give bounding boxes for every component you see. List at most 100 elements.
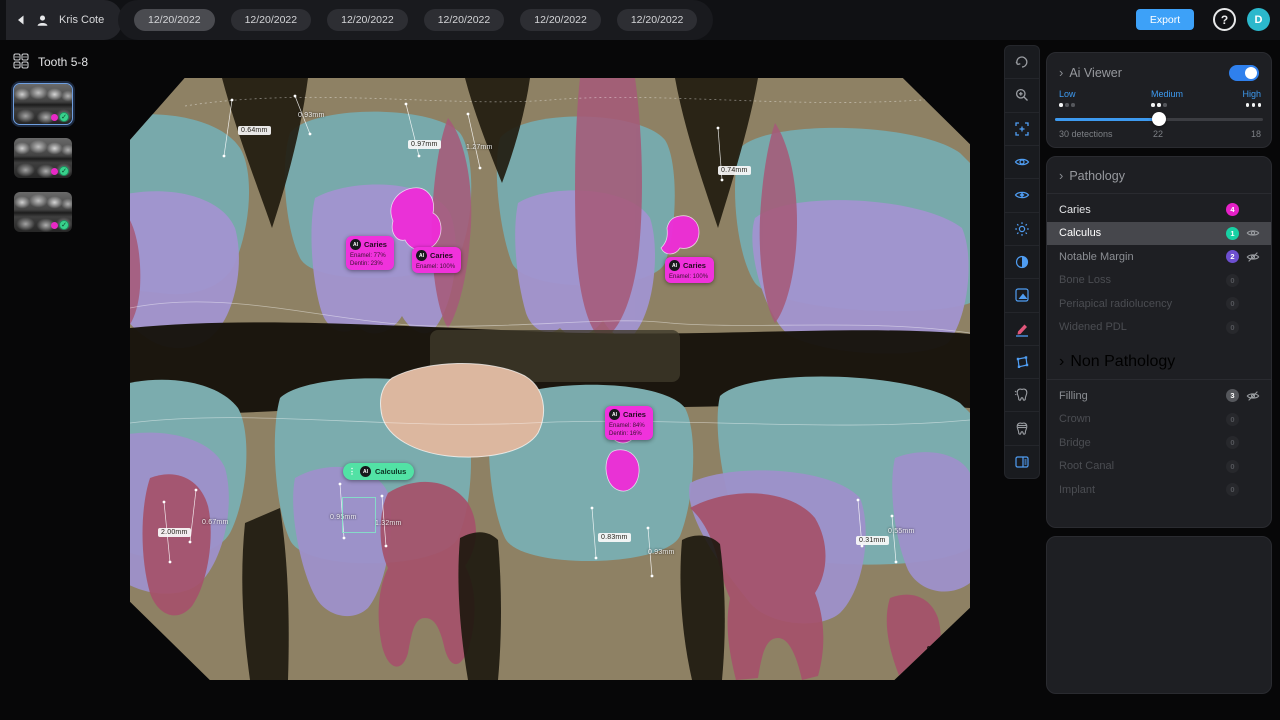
layout-panel-icon[interactable] xyxy=(1005,446,1039,478)
ai-badge-icon: AI xyxy=(350,239,361,250)
non-pathology-row-filling[interactable]: Filling 3 xyxy=(1047,384,1271,408)
date-tab[interactable]: 12/20/2022 xyxy=(231,9,312,31)
non-pathology-row-implant[interactable]: Implant 0 xyxy=(1047,478,1271,502)
measurement-label: 0.93mm xyxy=(298,112,325,119)
avatar[interactable]: D xyxy=(1247,8,1270,31)
xray-thumbnail[interactable]: ✓ xyxy=(14,84,72,124)
tag-detail: Enamel: 77% xyxy=(350,253,388,259)
contrast-icon[interactable] xyxy=(1005,246,1039,279)
tooth-parts-button[interactable]: › Tooth par xyxy=(927,646,970,669)
high-count: 18 xyxy=(1251,129,1261,139)
date-tab[interactable]: 12/20/2022 xyxy=(327,9,408,31)
chevron-right-icon[interactable]: › xyxy=(1059,171,1063,181)
level-low[interactable]: Low xyxy=(1059,89,1076,99)
ai-viewer-card: › Ai Viewer Low Medium High 30 detection… xyxy=(1046,52,1272,148)
count-badge: 4 xyxy=(1226,203,1239,216)
date-strip: 12/20/2022 12/20/2022 12/20/2022 12/20/2… xyxy=(118,0,713,40)
fit-crosshair-icon[interactable] xyxy=(1005,113,1039,146)
ai-badge-icon: AI xyxy=(609,409,620,420)
caries-tag[interactable]: AI Caries Enamel: 77% Dentin: 23% xyxy=(346,236,394,270)
pathology-row-bone-loss[interactable]: Bone Loss 0 xyxy=(1047,269,1271,293)
level-medium-dots xyxy=(1151,103,1167,107)
divider xyxy=(1047,379,1271,380)
xray-image[interactable]: 0.64mm 0.93mm 0.97mm 1.27mm 0.74mm 2.00m… xyxy=(130,78,970,680)
back-icon[interactable] xyxy=(16,15,26,25)
brightness-icon[interactable] xyxy=(1005,213,1039,246)
pathology-row-notable-margin[interactable]: Notable Margin 2 xyxy=(1047,245,1271,269)
caries-tag[interactable]: AI Caries Enamel: 100% xyxy=(412,247,461,273)
date-tab[interactable]: 12/20/2022 xyxy=(424,9,505,31)
check-badge: ✓ xyxy=(59,166,69,176)
tag-title: Caries xyxy=(430,251,453,260)
xray-thumbnail[interactable]: ✓ xyxy=(14,192,72,232)
tag-title: Caries xyxy=(364,240,387,249)
viewer-toolbar xyxy=(1004,45,1040,479)
tag-detail: Enamel: 100% xyxy=(669,274,708,280)
chevron-right-icon[interactable]: › xyxy=(1059,353,1064,371)
level-high[interactable]: High xyxy=(1242,89,1261,99)
caries-tag[interactable]: AI Caries Enamel: 84% Dentin: 16% xyxy=(605,406,653,440)
person-icon xyxy=(35,13,50,28)
eye-hidden-icon[interactable] xyxy=(1245,250,1261,264)
tooth-anatomy-icon[interactable] xyxy=(1005,379,1039,412)
non-pathology-row-root-canal[interactable]: Root Canal 0 xyxy=(1047,455,1271,479)
caries-dot-badge xyxy=(51,168,58,175)
xray-thumbnail[interactable]: ✓ xyxy=(14,138,72,178)
tooth-layout-icon[interactable] xyxy=(13,53,29,69)
count-badge: 3 xyxy=(1226,389,1239,402)
count-badge: 0 xyxy=(1226,436,1239,449)
measurement-label: 1.32mm xyxy=(375,520,402,527)
empty-panel-card xyxy=(1046,536,1272,694)
ai-badge-icon: AI xyxy=(360,466,371,477)
eye-icon[interactable] xyxy=(1005,146,1039,179)
measurement-label: 0.93mm xyxy=(648,549,675,556)
tag-detail: Dentin: 23% xyxy=(350,261,388,267)
level-high-dots xyxy=(1246,103,1262,107)
pathology-row-widened-pdl[interactable]: Widened PDL 0 xyxy=(1047,316,1271,340)
measurement-label: 0.64mm xyxy=(238,126,271,135)
eye-hidden-icon[interactable] xyxy=(1245,389,1261,403)
eye-visible-icon[interactable] xyxy=(1245,226,1261,240)
count-badge: 0 xyxy=(1226,321,1239,334)
tag-detail: Enamel: 100% xyxy=(416,264,455,270)
measurement-label: 0.31mm xyxy=(856,536,889,545)
count-badge: 0 xyxy=(1226,460,1239,473)
divider xyxy=(1047,193,1271,194)
annotate-pencil-icon[interactable] xyxy=(1005,313,1039,346)
ai-viewer-title: Ai Viewer xyxy=(1069,66,1122,80)
export-button[interactable]: Export xyxy=(1136,9,1194,30)
zoom-in-icon[interactable] xyxy=(1005,79,1039,112)
eye-detail-icon[interactable] xyxy=(1005,179,1039,212)
pathology-card: › Pathology Caries 4 Calculus 1 Notable … xyxy=(1046,156,1272,528)
ai-viewer-toggle[interactable] xyxy=(1229,65,1259,81)
perspective-box-icon[interactable] xyxy=(1005,346,1039,379)
tag-title: Caries xyxy=(683,261,706,270)
pathology-row-caries[interactable]: Caries 4 xyxy=(1047,198,1271,222)
detection-threshold-slider[interactable] xyxy=(1055,113,1263,125)
measurement-label: 0.83mm xyxy=(598,533,631,542)
count-badge: 1 xyxy=(1226,227,1239,240)
level-medium[interactable]: Medium xyxy=(1151,89,1183,99)
chevron-right-icon: › xyxy=(932,649,965,657)
count-badge: 0 xyxy=(1226,413,1239,426)
help-icon[interactable]: ? xyxy=(1213,8,1236,31)
date-tab[interactable]: 12/20/2022 xyxy=(520,9,601,31)
top-bar: Kris Cote 12/20/2022 12/20/2022 12/20/20… xyxy=(0,0,1280,40)
pathology-row-periapical[interactable]: Periapical radiolucency 0 xyxy=(1047,292,1271,316)
date-tab[interactable]: 12/20/2022 xyxy=(134,9,215,31)
chevron-right-icon[interactable]: › xyxy=(1059,68,1063,78)
tag-title: Calculus xyxy=(375,467,406,476)
non-pathology-row-crown[interactable]: Crown 0 xyxy=(1047,408,1271,432)
rotate-icon[interactable] xyxy=(1005,46,1039,79)
image-enhance-icon[interactable] xyxy=(1005,279,1039,312)
patient-chip[interactable]: Kris Cote xyxy=(6,0,122,40)
non-pathology-row-bridge[interactable]: Bridge 0 xyxy=(1047,431,1271,455)
pathology-row-calculus[interactable]: Calculus 1 xyxy=(1047,222,1271,246)
date-tab[interactable]: 12/20/2022 xyxy=(617,9,698,31)
caries-tag[interactable]: AI Caries Enamel: 100% xyxy=(665,257,714,283)
measurement-label: 0.55mm xyxy=(888,528,915,535)
level-low-dots xyxy=(1059,103,1075,107)
count-badge: 0 xyxy=(1226,483,1239,496)
calculus-tag[interactable]: ⋮ AI Calculus xyxy=(343,463,414,480)
tooth-crown-icon[interactable] xyxy=(1005,412,1039,445)
